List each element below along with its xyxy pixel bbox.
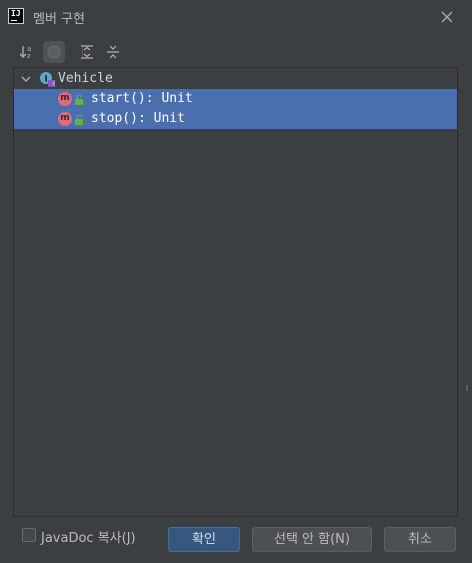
tree-row-vehicle[interactable]: I Vehicle [14,69,457,89]
svg-text:z: z [27,52,31,60]
select-none-button[interactable]: 선택 안 함(N) [252,527,372,552]
cancel-button[interactable]: 취소 [384,527,456,552]
method-icon: m [58,112,72,126]
tree-label-vehicle: Vehicle [58,71,113,86]
javadoc-label[interactable]: JavaDoc 복사(J) [41,527,136,546]
open-lock-icon [75,94,83,105]
close-icon[interactable] [438,8,456,26]
method-icon: m [58,92,72,106]
tree-row-stop[interactable]: m stop(): Unit [14,109,457,129]
chevron-down-icon[interactable] [20,73,32,85]
circle-toggle-icon[interactable] [43,41,65,63]
sort-alphabetically-icon[interactable]: a z [16,41,38,63]
ok-button[interactable]: 확인 [168,527,240,552]
dialog-title: 멤버 구현 [33,12,85,27]
member-tree[interactable]: I Vehicle m start(): Unit m stop(): Unit [13,67,458,517]
app-icon-text: IJ [11,9,21,18]
tree-row-start[interactable]: m start(): Unit [14,89,457,109]
expand-all-icon[interactable] [76,41,98,63]
tree-label-start: start(): Unit [91,91,193,106]
kotlin-interface-icon: I [39,71,55,87]
title-bar: IJ 멤버 구현 [0,0,472,34]
tree-label-stop: stop(): Unit [91,111,185,126]
open-lock-icon [75,114,83,125]
resize-grip[interactable] [466,380,469,391]
collapse-all-icon[interactable] [102,41,124,63]
svg-text:I: I [44,75,47,85]
toolbar: a z [14,41,314,65]
javadoc-checkbox[interactable] [22,528,36,542]
intellij-app-icon: IJ [8,8,24,24]
